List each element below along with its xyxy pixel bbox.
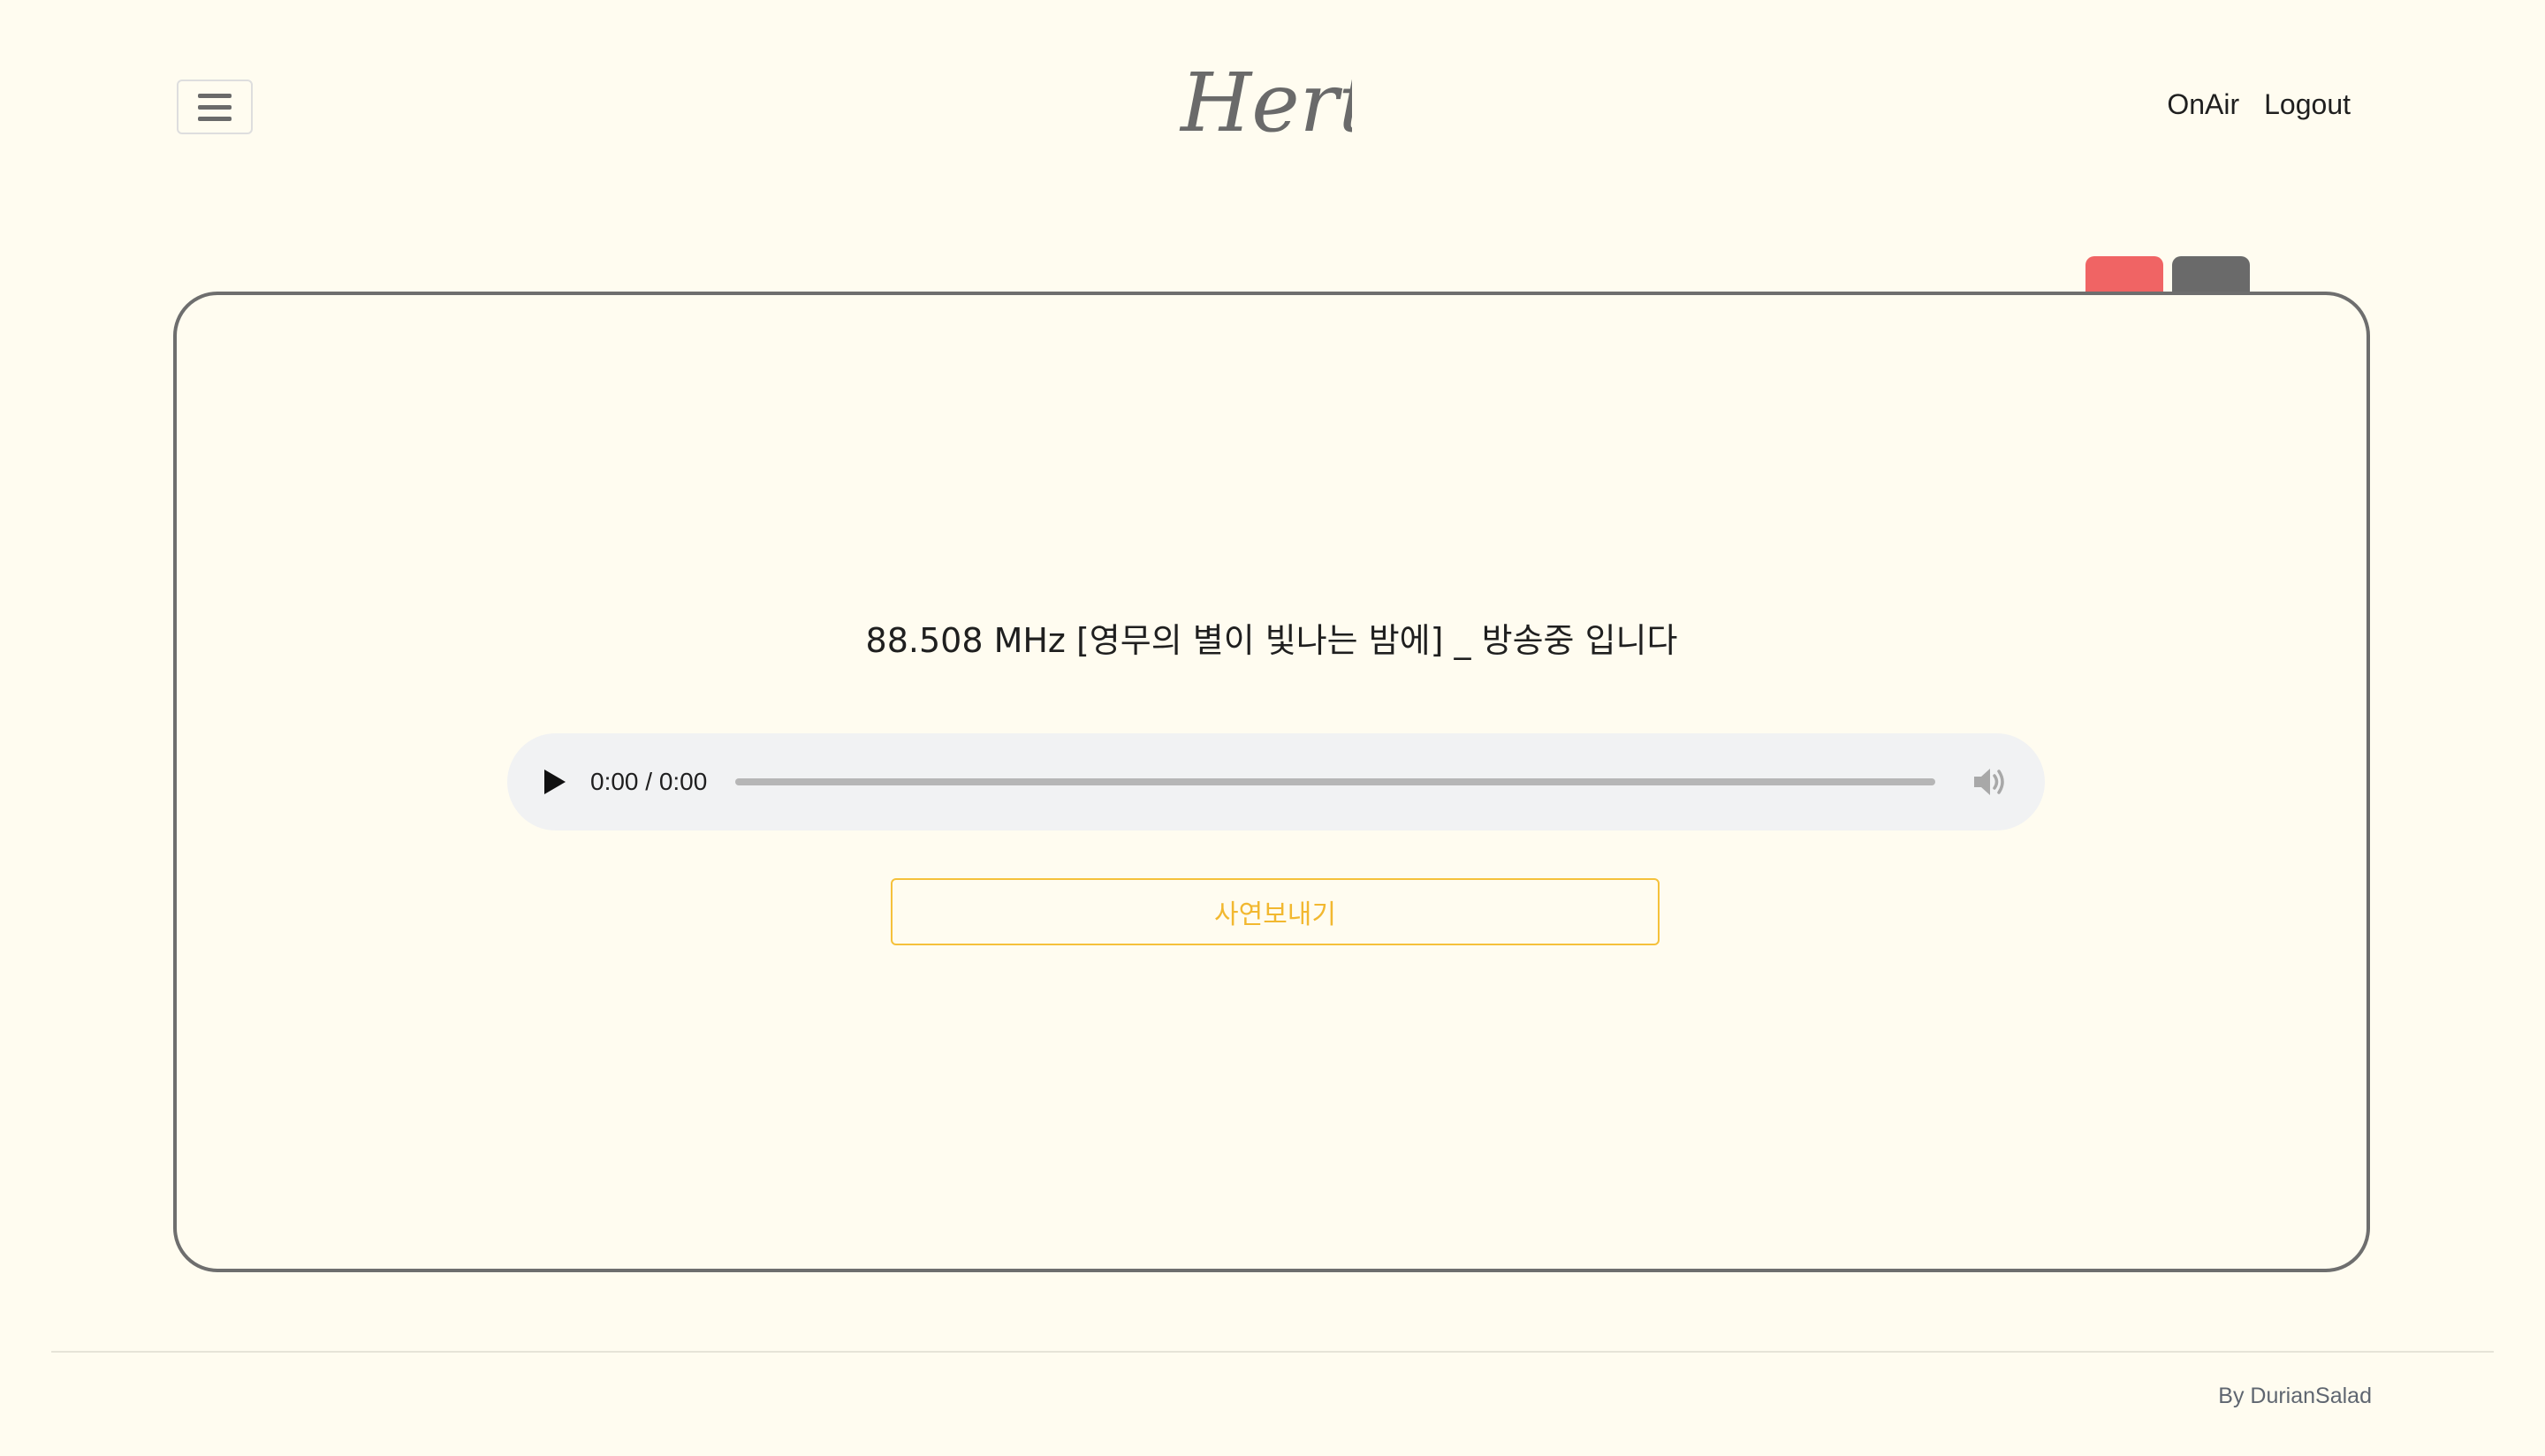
broadcast-title: 88.508 MHz [영무의 별이 빛나는 밤에] _ 방송중 입니다 [865,621,1678,660]
logo-text: Hertz [1179,56,1352,150]
send-story-button[interactable]: 사연보내기 [891,878,1660,945]
footer-credit: By DurianSalad [2218,1384,2372,1408]
progress-bar[interactable] [735,778,1935,785]
play-icon[interactable] [544,770,566,794]
menu-icon-bar [198,116,232,121]
menu-icon-bar [198,93,232,98]
time-display: 0:00 / 0:00 [590,768,708,795]
nav-onair-link[interactable]: OnAir [2167,88,2239,121]
volume-icon[interactable] [1972,764,2009,800]
menu-icon-bar [198,104,232,110]
nav-logout-link[interactable]: Logout [2264,88,2351,121]
footer-divider [51,1351,2494,1353]
hertz-logo[interactable]: Hertz [1175,35,1352,168]
hamburger-menu-button[interactable] [177,80,253,134]
audio-player: 0:00 / 0:00 [507,733,2045,830]
top-nav: OnAir Logout [2167,88,2351,121]
player-card: 88.508 MHz [영무의 별이 빛나는 밤에] _ 방송중 입니다 0:0… [173,292,2370,1272]
